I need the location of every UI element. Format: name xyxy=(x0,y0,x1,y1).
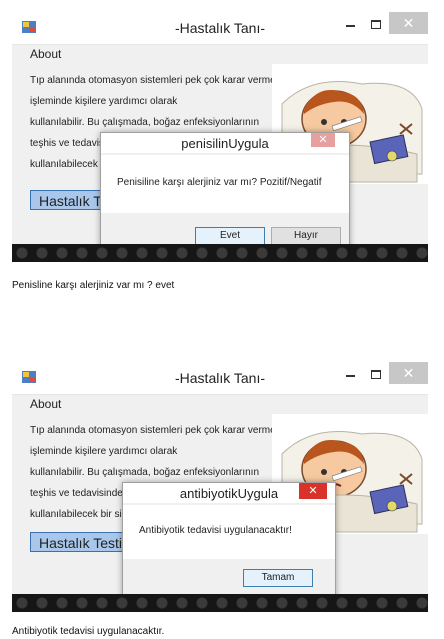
description-line: Tıp alanında otomasyon sistemleri pek ço… xyxy=(30,425,276,436)
description-line: kullanılabilir. Bu çalışmada, boğaz enfe… xyxy=(30,467,260,478)
menu-bar: About xyxy=(12,395,428,415)
maximize-icon xyxy=(371,369,381,379)
caption-antibiotic: Antibiyotik tedavisi uygulanacaktır. xyxy=(12,626,165,637)
menu-about[interactable]: About xyxy=(30,47,61,61)
yes-button[interactable]: Evet xyxy=(195,227,265,245)
close-button[interactable]: ✕ xyxy=(389,362,428,384)
screenshot-penicillin: -Hastalık Tanı- ✕ About Tıp alanında oto… xyxy=(12,12,428,262)
close-button[interactable]: ✕ xyxy=(389,12,428,34)
dialog-title-bar[interactable]: antibiyotikUygula ✕ xyxy=(123,483,335,503)
screenshot-antibiotic: -Hastalık Tanı- ✕ About Tıp alanında oto… xyxy=(12,362,428,612)
description-line: işleminde kişilere yardımcı olarak xyxy=(30,96,178,107)
background-pattern xyxy=(12,244,428,262)
title-bar[interactable]: -Hastalık Tanı- ✕ xyxy=(12,12,428,45)
minimize-icon xyxy=(345,375,355,377)
close-icon: ✕ xyxy=(308,485,318,497)
background-pattern xyxy=(12,594,428,612)
main-window: -Hastalık Tanı- ✕ About Tıp alanında oto… xyxy=(12,12,428,262)
no-button[interactable]: Hayır xyxy=(271,227,341,245)
close-icon: ✕ xyxy=(402,364,415,381)
dialog-title-bar[interactable]: penisilinUygula ✕ xyxy=(101,133,349,153)
maximize-button[interactable] xyxy=(364,12,388,34)
minimize-button[interactable] xyxy=(338,12,362,34)
main-window: -Hastalık Tanı- ✕ About Tıp alanında oto… xyxy=(12,362,428,604)
title-bar[interactable]: -Hastalık Tanı- ✕ xyxy=(12,362,428,395)
maximize-button[interactable] xyxy=(364,362,388,384)
close-icon: ✕ xyxy=(402,14,415,31)
description-line: Tıp alanında otomasyon sistemleri pek ço… xyxy=(30,75,276,86)
minimize-icon xyxy=(345,25,355,27)
menu-bar: About xyxy=(12,45,428,65)
menu-about[interactable]: About xyxy=(30,397,61,411)
description-line: işleminde kişilere yardımcı olarak xyxy=(30,446,178,457)
antibiotic-dialog: antibiyotikUygula ✕ Antibiyotik tedavisi… xyxy=(122,482,336,604)
dialog-close-button[interactable]: ✕ xyxy=(311,133,335,147)
dialog-body: Antibiyotik tedavisi uygulanacaktır! xyxy=(123,505,335,559)
dialog-message: Penisiline karşı alerjiniz var mı? Pozit… xyxy=(117,177,322,188)
dialog-close-button[interactable]: ✕ xyxy=(299,483,327,499)
penicillin-dialog: penisilinUygula ✕ Penisiline karşı alerj… xyxy=(100,132,350,262)
maximize-icon xyxy=(371,19,381,29)
dialog-body: Penisiline karşı alerjiniz var mı? Pozit… xyxy=(101,155,349,213)
caption-penicillin: Penisline karşı alerjiniz var mı ? evet xyxy=(12,280,175,291)
close-icon: ✕ xyxy=(318,134,328,146)
ok-button[interactable]: Tamam xyxy=(243,569,313,587)
description-line: kullanılabilir. Bu çalışmada, boğaz enfe… xyxy=(30,117,260,128)
dialog-message: Antibiyotik tedavisi uygulanacaktır! xyxy=(139,525,292,536)
minimize-button[interactable] xyxy=(338,362,362,384)
